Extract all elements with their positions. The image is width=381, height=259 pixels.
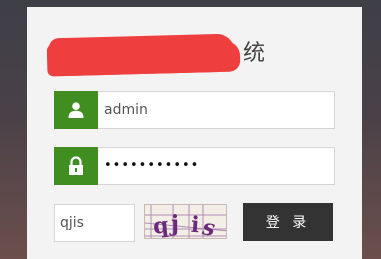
login-button[interactable]: 登 录 [243,203,333,241]
username-field[interactable]: admin [54,91,335,129]
svg-text:q: q [152,212,170,239]
username-value: admin [104,102,148,118]
captcha-image[interactable]: q j i s [144,204,227,239]
captcha-input[interactable]: qjis [54,204,135,242]
login-panel: 统 admin ••••••••••• qjis q j i s 登 录 [27,7,362,259]
lock-icon [54,147,98,185]
redaction-mark [48,33,236,76]
password-field[interactable]: ••••••••••• [54,147,335,185]
password-value: ••••••••••• [104,158,200,173]
system-title-text: 统 [242,41,265,66]
svg-text:j: j [169,211,179,237]
user-icon [54,91,98,129]
